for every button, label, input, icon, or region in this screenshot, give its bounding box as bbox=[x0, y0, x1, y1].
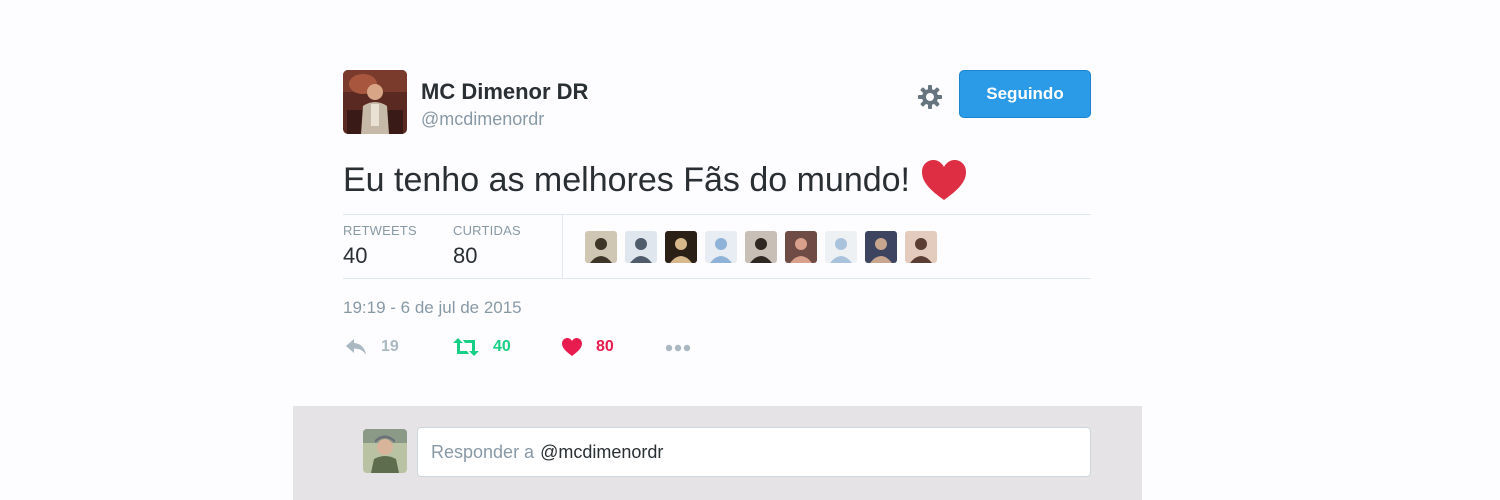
retweet-count: 40 bbox=[493, 338, 511, 355]
tweet-stats: RETWEETS 40 CURTIDAS 80 bbox=[343, 214, 1091, 279]
like-action[interactable]: 80 bbox=[562, 338, 614, 356]
tweet-text: Eu tenho as melhores Fãs do mundo! bbox=[343, 160, 910, 199]
author-name[interactable]: MC Dimenor DR bbox=[421, 79, 588, 105]
tweet-text-row: Eu tenho as melhores Fãs do mundo! bbox=[343, 158, 968, 202]
red-heart-icon bbox=[922, 160, 966, 200]
more-dots-icon bbox=[665, 344, 691, 352]
retweets-stat[interactable]: RETWEETS 40 bbox=[343, 223, 417, 269]
liker-avatar[interactable] bbox=[585, 231, 617, 263]
liker-avatars bbox=[585, 231, 937, 263]
tweet-actions: 19 40 80 bbox=[343, 338, 743, 364]
heart-icon bbox=[562, 338, 582, 356]
liker-avatar[interactable] bbox=[625, 231, 657, 263]
likes-count: 80 bbox=[453, 243, 478, 268]
reply-placeholder: Responder a bbox=[431, 441, 535, 462]
retweet-action[interactable]: 40 bbox=[453, 338, 511, 356]
liker-avatar[interactable] bbox=[705, 231, 737, 263]
retweets-count: 40 bbox=[343, 243, 368, 268]
reply-icon bbox=[346, 339, 366, 355]
current-user-avatar bbox=[363, 429, 407, 473]
liker-avatar[interactable] bbox=[905, 231, 937, 263]
likes-label: CURTIDAS bbox=[453, 223, 521, 238]
gear-icon[interactable] bbox=[916, 83, 944, 111]
retweet-icon bbox=[453, 338, 479, 356]
liker-avatar[interactable] bbox=[745, 231, 777, 263]
author-handle[interactable]: @mcdimenordr bbox=[421, 109, 544, 130]
reply-count: 19 bbox=[381, 338, 399, 355]
stats-divider bbox=[562, 215, 563, 278]
reply-mention: @mcdimenordr bbox=[540, 441, 664, 462]
retweets-label: RETWEETS bbox=[343, 223, 417, 238]
reply-box: Responder a @mcdimenordr bbox=[293, 406, 1142, 500]
following-button[interactable]: Seguindo bbox=[959, 70, 1091, 118]
liker-avatar[interactable] bbox=[865, 231, 897, 263]
liker-avatar[interactable] bbox=[825, 231, 857, 263]
author-avatar[interactable] bbox=[343, 70, 407, 134]
tweet-timestamp[interactable]: 19:19 - 6 de jul de 2015 bbox=[343, 298, 522, 318]
likes-stat[interactable]: CURTIDAS 80 bbox=[453, 223, 521, 269]
reply-action[interactable]: 19 bbox=[345, 338, 399, 356]
like-count: 80 bbox=[596, 338, 614, 355]
liker-avatar[interactable] bbox=[665, 231, 697, 263]
reply-input[interactable]: Responder a @mcdimenordr bbox=[417, 427, 1091, 477]
liker-avatar[interactable] bbox=[785, 231, 817, 263]
more-action[interactable] bbox=[665, 344, 691, 352]
